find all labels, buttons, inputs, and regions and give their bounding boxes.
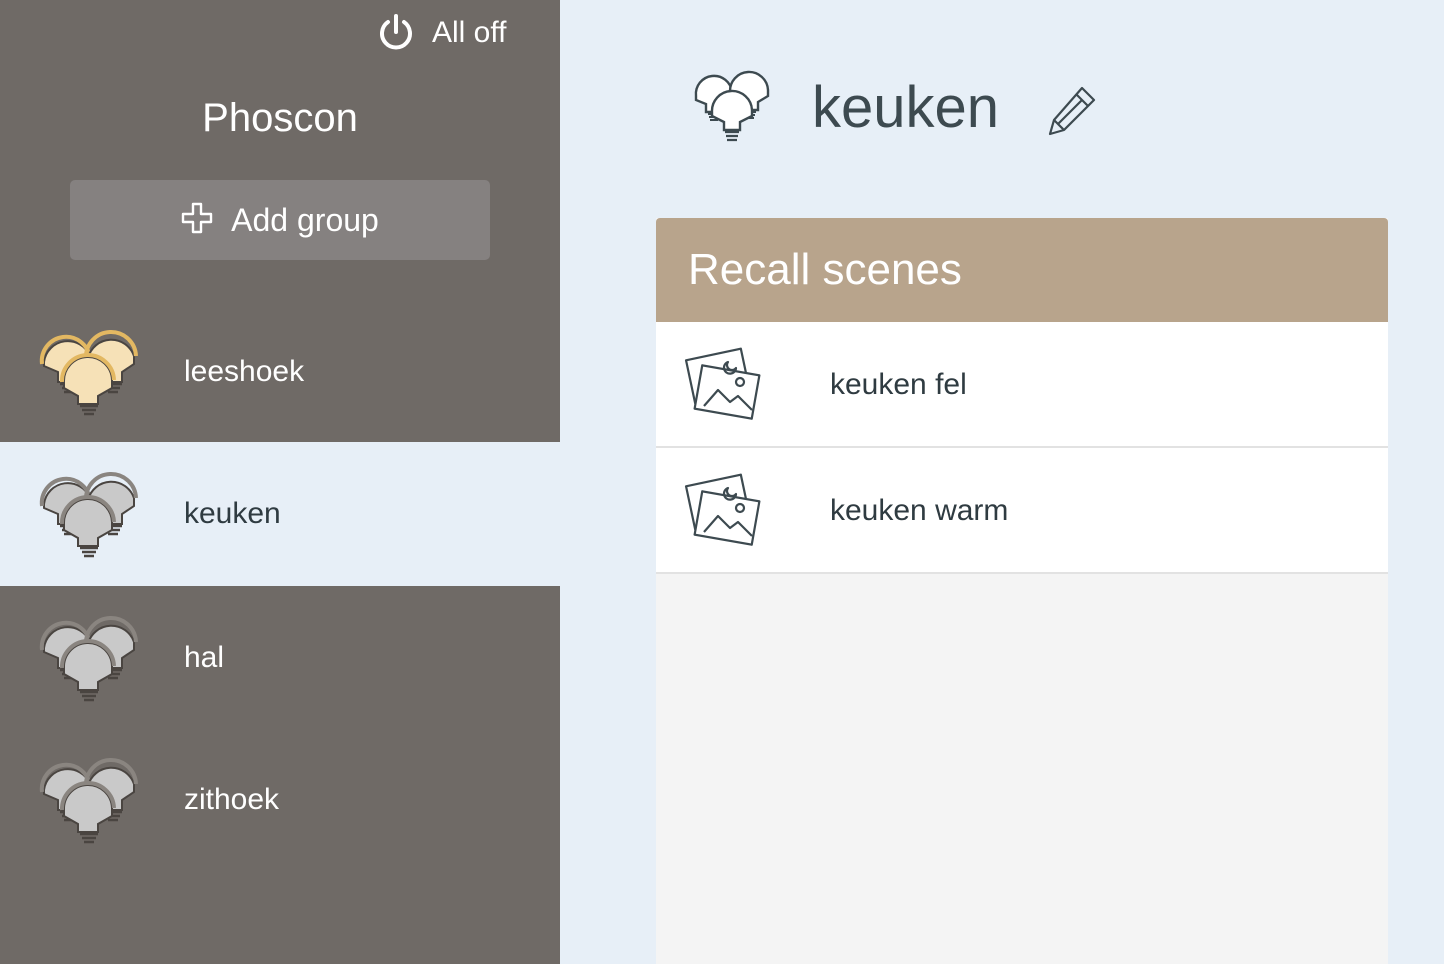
sidebar: All off Phoscon Add group leeshoek keuke… xyxy=(0,0,560,964)
scenes-card: Recall scenes keuken fel keuken warm xyxy=(656,218,1388,964)
scenes-title: Recall scenes xyxy=(688,245,962,294)
group-bulbs-icon xyxy=(690,62,774,151)
edit-button[interactable] xyxy=(1046,84,1098,141)
add-group-label: Add group xyxy=(231,201,379,238)
power-icon xyxy=(376,13,416,53)
sidebar-item-label: hal xyxy=(184,641,225,674)
scene-label: keuken warm xyxy=(830,494,1009,527)
all-off-label: All off xyxy=(432,16,507,49)
plus-icon xyxy=(181,202,213,239)
sidebar-item-zithoek[interactable]: zithoek xyxy=(0,728,560,872)
scene-pictures-icon xyxy=(684,472,764,557)
sidebar-item-leeshoek[interactable]: leeshoek xyxy=(0,300,560,444)
page-title: keuken xyxy=(812,75,1000,140)
scene-item-keuken-warm[interactable]: keuken warm xyxy=(656,448,1388,574)
scene-label: keuken fel xyxy=(830,368,967,401)
all-off-button[interactable]: All off xyxy=(376,10,507,56)
sidebar-item-label: zithoek xyxy=(184,783,280,816)
sidebar-item-label: leeshoek xyxy=(184,355,305,388)
app-title: Phoscon xyxy=(202,96,358,140)
scene-pictures-icon xyxy=(684,346,764,431)
sidebar-item-label: keuken xyxy=(184,497,281,530)
bulbs-icon xyxy=(36,748,140,857)
bulbs-icon xyxy=(36,606,140,715)
pencil-icon xyxy=(1046,86,1098,140)
sidebar-item-hal[interactable]: hal xyxy=(0,586,560,730)
scenes-header: Recall scenes xyxy=(656,218,1388,322)
bulbs-icon xyxy=(36,462,140,571)
add-group-button[interactable]: Add group xyxy=(70,180,490,260)
sidebar-item-keuken[interactable]: keuken xyxy=(0,442,560,586)
bulbs-icon xyxy=(36,320,140,429)
scene-item-keuken-fel[interactable]: keuken fel xyxy=(656,322,1388,448)
